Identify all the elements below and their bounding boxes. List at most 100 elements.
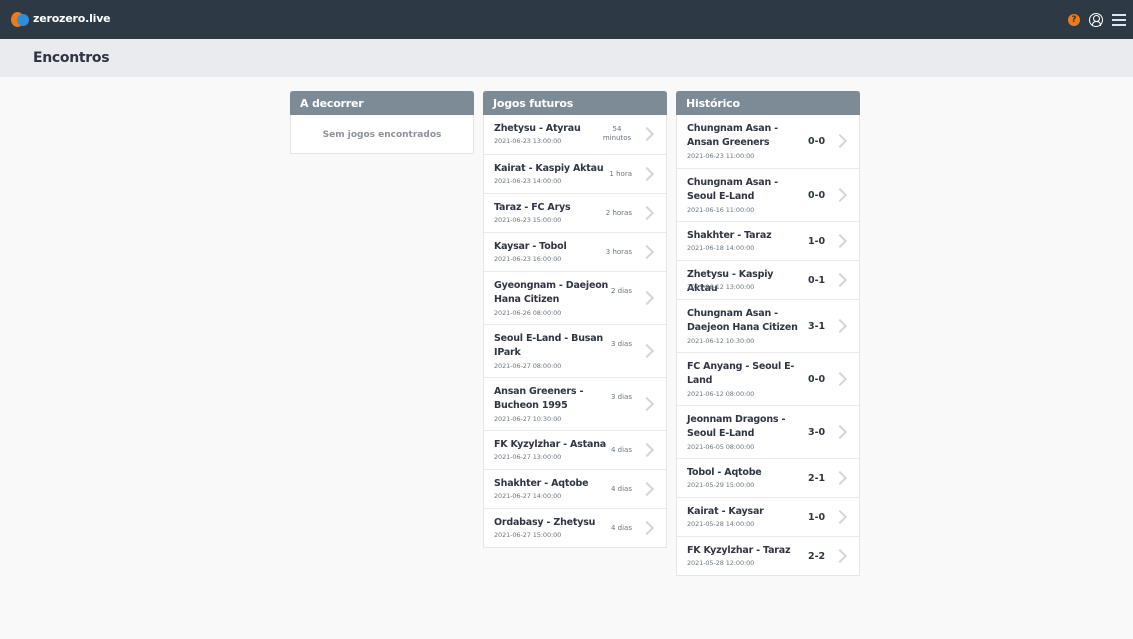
time-until-label: 1 hora [609,170,632,178]
help-icon[interactable]: ? [1068,14,1080,26]
match-score: 0-0 [808,189,826,201]
chevron-right-icon[interactable] [639,126,655,141]
history-match-row[interactable]: Shakhter - Taraz 2021-06-18 14:00:00 1-0 [677,221,859,260]
chevron-right-icon[interactable] [832,318,848,333]
chevron-right-icon[interactable] [639,343,655,358]
match-title: Shakhter - Aqtobe [494,478,589,489]
chevron-right-icon[interactable] [639,244,655,259]
upcoming-match-row[interactable]: Shakhter - Aqtobe 2021-06-27 14:00:00 4 di… [484,469,666,508]
chevron-right-icon[interactable] [639,481,655,496]
panel-history-title: Histórico [676,91,860,115]
chevron-right-icon[interactable] [832,509,848,524]
match-date: 2021-06-18 14:00:00 [687,244,755,252]
match-date: 2021-06-16 11:00:00 [687,206,755,214]
chevron-right-icon[interactable] [832,233,848,248]
match-title: Kairat - Kaspiy Aktau [494,163,604,174]
chevron-right-icon[interactable] [639,396,655,411]
match-date: 2021-06-27 15:00:00 [494,531,562,539]
match-score: 1-0 [808,235,826,247]
match-score: 2-1 [808,472,826,484]
chevron-right-icon[interactable] [639,442,655,457]
match-title: Tobol - Aqtobe [687,467,762,478]
match-date: 2021-05-28 12:00:00 [687,559,755,567]
match-date: 2021-06-23 16:00:00 [494,255,562,263]
match-score: 2-2 [808,550,826,562]
time-until-label: 2 dias [610,287,632,295]
match-date: 2021-06-23 15:00:00 [494,216,562,224]
match-date: 2021-06-27 08:00:00 [494,362,562,370]
match-date: 2021-06-12 13:00:00 [687,283,755,291]
match-title: Zhetysu - Kaspiy Aktau [687,269,774,294]
chevron-right-icon[interactable] [832,424,848,439]
history-match-row[interactable]: Chungnam Asan - Daejeon Hana Citizen 2021… [677,299,859,352]
match-title: Kairat - Kaysar [687,506,764,517]
chevron-right-icon[interactable] [639,520,655,535]
chevron-right-icon[interactable] [832,548,848,563]
upcoming-match-row[interactable]: Ansan Greeners - Bucheon 1995 2021-06-27 … [484,377,666,430]
match-title: Chungnam Asan - Ansan Greeners [687,123,778,148]
history-match-row[interactable]: Kairat - Kaysar 2021-05-28 14:00:00 1-0 [677,497,859,536]
match-date: 2021-06-27 10:30:00 [494,415,562,423]
chevron-right-icon[interactable] [832,272,848,287]
match-score: 0-1 [808,274,826,286]
chevron-right-icon[interactable] [832,187,848,202]
match-date: 2021-06-12 10:30:00 [687,337,755,345]
user-icon[interactable] [1089,13,1103,27]
match-date: 2021-06-05 08:00:00 [687,443,755,451]
match-date: 2021-05-28 14:00:00 [687,520,755,528]
history-match-row[interactable]: Zhetysu - Kaspiy Aktau 2021-06-12 13:00:0… [677,260,859,299]
history-match-row[interactable]: Jeonnam Dragons - Seoul E-Land 2021-06-05… [677,405,859,458]
match-date: 2021-06-27 14:00:00 [494,492,562,500]
time-until-label: 54 minutos [602,125,632,142]
upcoming-match-row[interactable]: Zhetysu - Atyrau 2021-06-23 13:00:00 54 mi… [484,115,666,154]
panel-upcoming: Jogos futuros Zhetysu - Atyrau 2021-06-23… [483,91,667,548]
match-score: 0-0 [808,135,826,147]
match-title: Kaysar - Tobol [494,241,567,252]
match-title: FK Kyzylzhar - Taraz [687,545,791,556]
match-date: 2021-06-23 13:00:00 [494,137,562,145]
time-until-label: 3 dias [610,340,632,348]
match-date: 2021-06-23 11:00:00 [687,152,755,160]
chevron-right-icon[interactable] [832,371,848,386]
page-header: Encontros [0,39,1133,77]
panel-live: A decorrer Sem jogos encontrados [290,91,474,154]
match-title: Shakhter - Taraz [687,230,772,241]
upcoming-match-row[interactable]: FK Kyzylzhar - Astana 2021-06-27 13:00:00… [484,430,666,469]
time-until-label: 4 dias [610,485,632,493]
upcoming-match-row[interactable]: Kairat - Kaspiy Aktau 2021-06-23 14:00:00… [484,154,666,193]
chevron-right-icon[interactable] [832,470,848,485]
panel-upcoming-title: Jogos futuros [483,91,667,115]
history-match-row[interactable]: FK Kyzylzhar - Taraz 2021-05-28 12:00:00 2… [677,536,859,575]
menu-icon[interactable] [1112,14,1126,26]
match-title: Chungnam Asan - Seoul E-Land [687,177,778,202]
history-match-row[interactable]: Chungnam Asan - Ansan Greeners 2021-06-23… [677,115,859,168]
chevron-right-icon[interactable] [639,205,655,220]
match-title: Seoul E-Land - Busan IPark [494,333,603,358]
upcoming-match-row[interactable]: Seoul E-Land - Busan IPark 2021-06-27 08:… [484,324,666,377]
panel-history: Histórico Chungnam Asan - Ansan Greeners… [676,91,860,576]
history-match-row[interactable]: Chungnam Asan - Seoul E-Land 2021-06-16 1… [677,168,859,221]
chevron-right-icon[interactable] [832,133,848,148]
logo-icon[interactable] [11,11,29,29]
match-score: 3-0 [808,426,826,438]
match-date: 2021-06-12 08:00:00 [687,390,755,398]
match-title: FK Kyzylzhar - Astana [494,439,606,450]
match-title: Taraz - FC Arys [494,202,571,213]
history-match-row[interactable]: FC Anyang - Seoul E-Land 2021-06-12 08:00… [677,352,859,405]
history-match-row[interactable]: Tobol - Aqtobe 2021-05-29 15:00:00 2-1 [677,458,859,497]
brand-name[interactable]: zerozero.live [33,12,111,25]
chevron-right-icon[interactable] [639,166,655,181]
top-navbar: zerozero.live ? [0,0,1133,39]
match-date: 2021-06-26 08:00:00 [494,309,562,317]
upcoming-match-row[interactable]: Ordabasy - Zhetysu 2021-06-27 15:00:00 4 d… [484,508,666,547]
match-date: 2021-06-23 14:00:00 [494,177,562,185]
upcoming-match-row[interactable]: Kaysar - Tobol 2021-06-23 16:00:00 3 horas [484,232,666,271]
match-title: Gyeongnam - Daejeon Hana Citizen [494,280,609,305]
match-title: Zhetysu - Atyrau [494,123,581,134]
match-score: 1-0 [808,511,826,523]
upcoming-match-row[interactable]: Taraz - FC Arys 2021-06-23 15:00:00 2 hora… [484,193,666,232]
upcoming-match-row[interactable]: Gyeongnam - Daejeon Hana Citizen 2021-06-… [484,271,666,324]
match-date: 2021-06-27 13:00:00 [494,453,562,461]
match-score: 3-1 [808,320,826,332]
chevron-right-icon[interactable] [639,290,655,305]
